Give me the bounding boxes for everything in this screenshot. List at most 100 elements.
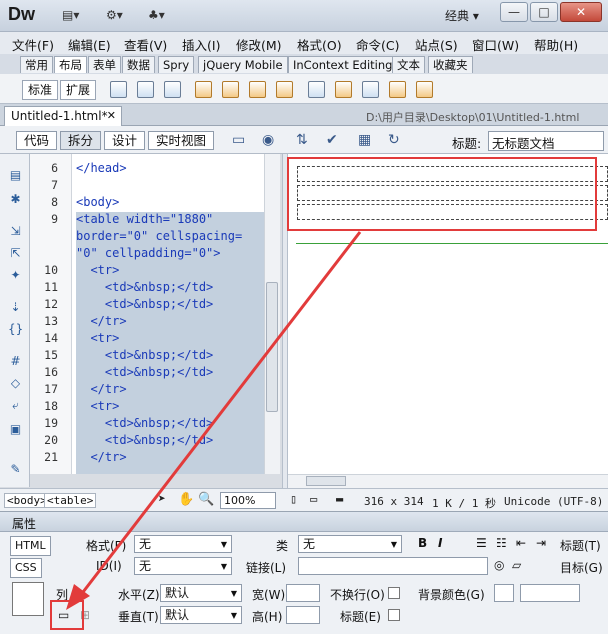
tag-selector-body[interactable]: <body> (4, 493, 50, 508)
desktop-size-icon[interactable]: ▬ (336, 492, 343, 506)
class-select[interactable]: 无 (298, 535, 402, 553)
layout-icon[interactable]: ▤▾ (62, 8, 79, 24)
table-icon[interactable] (308, 81, 325, 98)
menu-window[interactable]: 窗口(W) (472, 35, 519, 54)
bg-color-input[interactable] (520, 584, 580, 602)
spry-panel-icon[interactable] (276, 81, 293, 98)
bold-button[interactable]: B (418, 536, 427, 550)
show-code-navigator-icon[interactable]: ✱ (8, 192, 23, 207)
menu-commands[interactable]: 命令(C) (356, 35, 399, 54)
nowrap-checkbox[interactable] (388, 587, 400, 599)
tab-forms[interactable]: 表单 (88, 56, 121, 73)
site-icon[interactable]: ♣▾ (148, 8, 165, 24)
indent-icon[interactable]: ⇥ (536, 536, 546, 550)
design-view-button[interactable]: 设计 (104, 131, 146, 150)
file-management-icon[interactable]: ⇅ (296, 132, 308, 148)
id-select[interactable]: 无 (134, 557, 232, 575)
menu-file[interactable]: 文件(F) (12, 35, 54, 54)
tab-favorites[interactable]: 收藏夹 (428, 56, 473, 73)
syntax-coloring-icon[interactable]: ▣ (8, 422, 23, 437)
close-button[interactable]: ✕ (560, 2, 602, 22)
close-tab-icon[interactable]: ✕ (107, 109, 116, 122)
width-input[interactable] (286, 584, 320, 602)
pointer-icon[interactable]: ➤ (158, 492, 166, 507)
menu-help[interactable]: 帮助(H) (534, 35, 578, 54)
height-input[interactable] (286, 606, 320, 624)
maximize-button[interactable]: □ (530, 2, 558, 22)
select-parent-tag-icon[interactable]: ⇣ (8, 300, 23, 315)
insert-layout-icon[interactable] (222, 81, 239, 98)
tab-text[interactable]: 文本 (392, 56, 425, 73)
insert-row-icon[interactable] (335, 81, 352, 98)
visual-aids-icon[interactable]: ▦ (358, 132, 371, 148)
hand-icon[interactable]: ✋ (178, 492, 194, 507)
tab-jquery-mobile[interactable]: jQuery Mobile (198, 56, 288, 73)
expand-all-icon[interactable]: ✦ (8, 268, 23, 283)
menu-modify[interactable]: 修改(M) (236, 35, 282, 54)
tab-layout[interactable]: 布局 (54, 56, 87, 73)
mobile-size-icon[interactable]: ▯ (290, 492, 297, 506)
validate-icon[interactable]: ✔ (326, 132, 338, 148)
format-source-icon[interactable]: ✎ (8, 462, 23, 477)
live-view-button[interactable]: 实时视图 (148, 131, 215, 150)
menu-insert[interactable]: 插入(I) (182, 35, 220, 54)
balance-braces-icon[interactable]: {} (8, 322, 23, 337)
italic-button[interactable]: I (438, 536, 442, 550)
document-tab[interactable]: Untitled-1.html* ✕ (4, 106, 122, 126)
insert-column-icon[interactable] (362, 81, 379, 98)
tab-spry[interactable]: Spry (158, 56, 195, 73)
menu-format[interactable]: 格式(O) (297, 35, 342, 54)
tab-data[interactable]: 数据 (122, 56, 155, 73)
split-view-button[interactable]: 拆分 (60, 131, 102, 150)
highlight-invalid-icon[interactable]: ◇ (8, 376, 23, 391)
bg-color-swatch[interactable] (494, 584, 514, 602)
zoom-select[interactable]: 100% (220, 492, 276, 509)
standard-button[interactable]: 标准 (22, 80, 59, 100)
tag-selector-table[interactable]: <table> (44, 493, 97, 508)
html-button[interactable]: HTML (10, 536, 51, 556)
code-view-button[interactable]: 代码 (16, 131, 58, 150)
tab-common[interactable]: 常用 (20, 56, 53, 73)
link-input[interactable] (298, 557, 488, 575)
vert-select[interactable]: 默认 (160, 606, 242, 624)
code-scrollbar-thumb[interactable] (266, 282, 278, 412)
iframe-icon[interactable] (389, 81, 406, 98)
multiscreen-icon[interactable]: ▭ (232, 132, 245, 148)
horz-select[interactable]: 默认 (160, 584, 242, 602)
unordered-list-icon[interactable]: ☰ (476, 536, 487, 550)
fluid-grid-icon[interactable] (195, 81, 212, 98)
menu-site[interactable]: 站点(S) (415, 35, 458, 54)
menu-edit[interactable]: 编辑(E) (68, 35, 111, 54)
ap-div-icon[interactable] (137, 81, 154, 98)
menu-view[interactable]: 查看(V) (124, 35, 167, 54)
tablet-size-icon[interactable]: ▭ (310, 492, 317, 506)
expanded-button[interactable]: 扩展 (60, 80, 97, 100)
spry-menu-icon[interactable] (249, 81, 266, 98)
minimize-button[interactable]: — (500, 2, 528, 22)
collapse-tag-icon[interactable]: ⇲ (8, 224, 23, 239)
workspace-switcher[interactable]: 经典 ▾ (445, 7, 479, 24)
design-scrollbar-thumb[interactable] (306, 476, 346, 486)
collapse-selection-icon[interactable]: ⇱ (8, 246, 23, 261)
ordered-list-icon[interactable]: ☷ (496, 536, 507, 550)
browse-folder-icon[interactable]: ▱ (512, 558, 521, 572)
format-select[interactable]: 无 (134, 535, 232, 553)
window-size[interactable]: 316 x 314 (364, 495, 424, 508)
properties-header[interactable]: 属性 (0, 512, 608, 532)
frame-icon[interactable] (164, 81, 181, 98)
point-to-file-icon[interactable]: ◎ (494, 558, 504, 572)
page-title-input[interactable]: 无标题文档 (488, 131, 604, 151)
line-numbers-icon[interactable]: # (8, 354, 23, 369)
frames-icon[interactable] (416, 81, 433, 98)
word-wrap-icon[interactable]: ⤶ (8, 398, 23, 413)
header-checkbox[interactable] (388, 609, 400, 621)
tab-incontext-editing[interactable]: InContext Editing (288, 56, 398, 73)
div-icon[interactable] (110, 81, 127, 98)
browser-preview-icon[interactable]: ◉ (262, 132, 274, 148)
refresh-icon[interactable]: ↻ (388, 132, 400, 148)
gear-icon[interactable]: ⚙▾ (106, 8, 123, 24)
open-documents-icon[interactable]: ▤ (8, 168, 23, 183)
zoom-icon[interactable]: 🔍 (198, 492, 214, 507)
outdent-icon[interactable]: ⇤ (516, 536, 526, 550)
css-button[interactable]: CSS (10, 558, 42, 578)
